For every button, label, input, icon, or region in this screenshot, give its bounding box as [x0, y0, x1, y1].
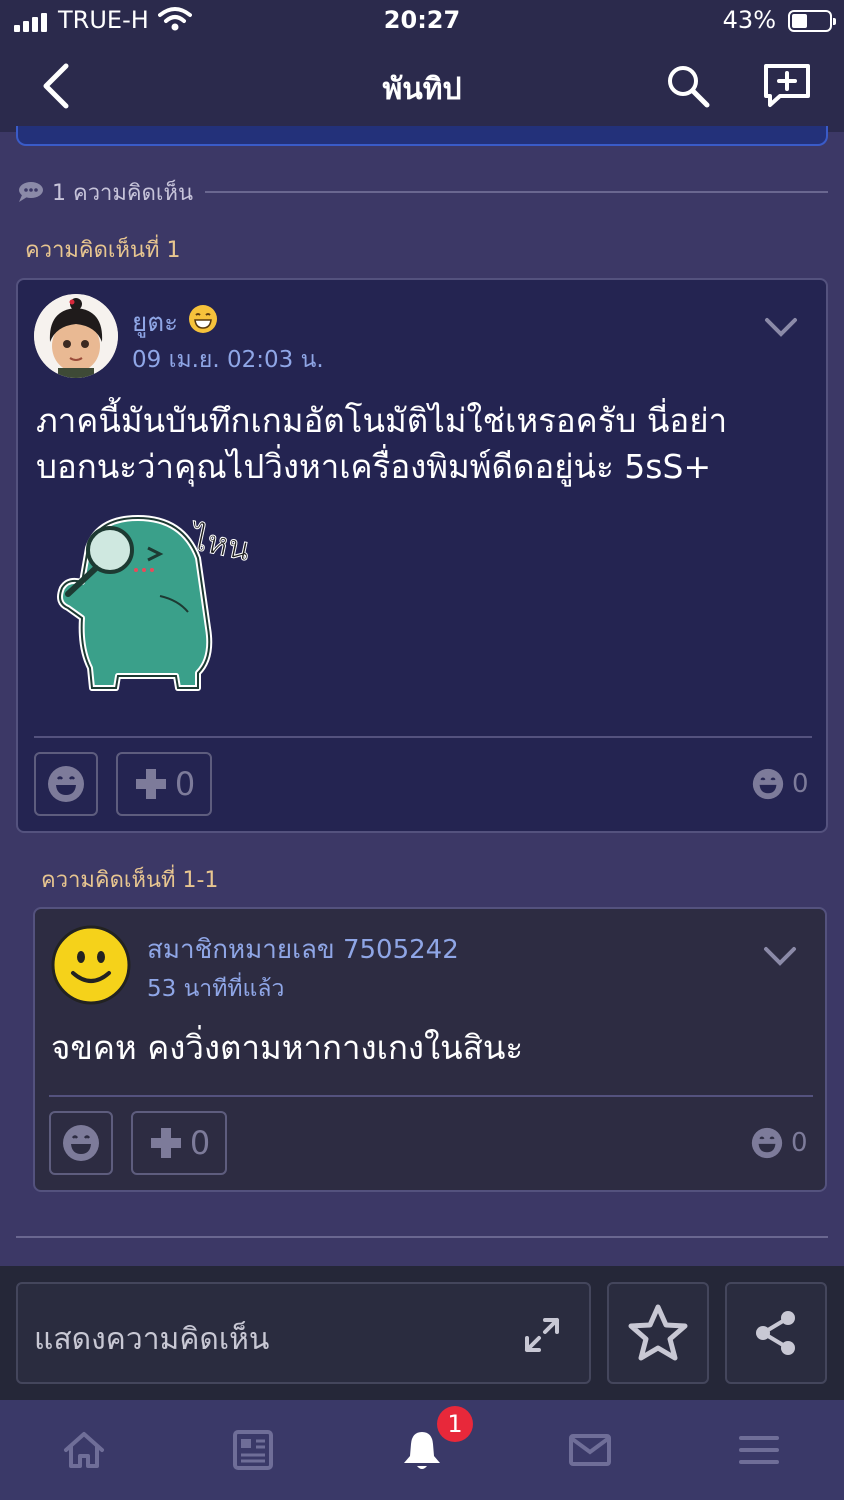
smiley-avatar-icon: [51, 925, 131, 1005]
smile-icon: [63, 1125, 99, 1161]
author-name[interactable]: ยูตะ: [132, 308, 178, 338]
plus-icon: [150, 1128, 181, 1158]
plus-icon: [135, 769, 166, 799]
comment-count: 1 ความคิดเห็น: [52, 180, 193, 206]
comment-label: ความคิดเห็นที่ 1: [25, 238, 181, 263]
chevron-down-icon[interactable]: [764, 316, 798, 338]
plus-count: 0: [174, 765, 196, 803]
comment-time: 09 เม.ย. 02:03 น.: [132, 347, 324, 373]
top-bar: TRUE-H 20:27 43% พันทิป: [0, 0, 844, 132]
clock: 20:27: [383, 6, 461, 34]
grin-emoji-icon: [189, 305, 217, 333]
comment-card: ยูตะ 09 เม.ย. 02:03 น. ภาคนี้มันบันทึกเก…: [16, 278, 828, 833]
avatar[interactable]: [51, 925, 131, 1005]
plus-count: 0: [189, 1124, 211, 1162]
comment-time: 53 นาทีที่แล้ว: [147, 976, 285, 1002]
plus-button[interactable]: 0: [116, 752, 212, 816]
smile-icon: [48, 766, 84, 802]
react-button[interactable]: [34, 752, 98, 816]
notification-icon[interactable]: [400, 1428, 444, 1472]
chevron-down-icon[interactable]: [763, 945, 797, 967]
menu-icon[interactable]: [737, 1428, 781, 1472]
expand-icon[interactable]: [523, 1316, 561, 1354]
add-topic-icon[interactable]: [760, 62, 814, 110]
comment-body: จขคห คงวิ่งตามหากางเกงในสินะ: [51, 1028, 524, 1067]
reaction-count: 0: [792, 769, 809, 799]
comment-body-line: ภาคนี้มันบันทึกเกมอัตโนมัติไม่ใช่เหรอครั…: [36, 401, 728, 440]
reply-card: สมาชิกหมายเลข 7505242 53 นาทีที่แล้ว จขค…: [33, 907, 827, 1192]
author-name[interactable]: สมาชิกหมายเลข 7505242: [147, 929, 459, 970]
header-divider: [204, 191, 828, 193]
share-button[interactable]: [725, 1282, 827, 1384]
plus-button[interactable]: 0: [131, 1111, 227, 1175]
notification-badge: 1: [437, 1406, 473, 1442]
page-title: พันทิป: [382, 72, 462, 107]
reaction-total: 0: [751, 1127, 808, 1159]
card-divider: [34, 736, 812, 738]
avatar[interactable]: [34, 294, 118, 378]
search-icon[interactable]: [664, 62, 712, 110]
battery-icon: [788, 10, 836, 32]
status-bar: TRUE-H 20:27 43%: [0, 0, 844, 44]
reaction-total: 0: [752, 768, 809, 800]
share-icon: [756, 1311, 795, 1355]
comments-header: 1 ความคิดเห็น: [16, 176, 828, 208]
reaction-count: 0: [791, 1128, 808, 1158]
card-divider: [49, 1095, 813, 1097]
favorite-button[interactable]: [607, 1282, 709, 1384]
comment-bubble-icon: [19, 182, 43, 202]
comment-body-line: บอกนะว่าคุณไปวิ่งหาเครื่องพิมพ์ดีดอยู่น่…: [36, 447, 712, 486]
comment-body: ภาคนี้มันบันทึกเกมอัตโนมัติไม่ใช่เหรอครั…: [36, 398, 816, 490]
sticker-image: ไหน: [57, 515, 254, 691]
comment-input[interactable]: แสดงความคิดเห็น: [16, 1282, 591, 1384]
mail-icon[interactable]: [568, 1428, 612, 1472]
action-bar: แสดงความคิดเห็น: [0, 1266, 844, 1400]
tab-bar: [0, 1400, 844, 1500]
battery-percent: 43%: [722, 6, 776, 34]
comments-end-divider: [16, 1236, 828, 1238]
smile-icon: [752, 768, 784, 800]
comment-input-placeholder: แสดงความคิดเห็น: [34, 1322, 270, 1357]
smile-icon: [751, 1127, 783, 1159]
avatar-image: [34, 294, 118, 378]
react-button[interactable]: [49, 1111, 113, 1175]
star-icon: [628, 1304, 688, 1361]
topic-box-edge: [16, 126, 828, 146]
reply-label: ความคิดเห็นที่ 1-1: [41, 868, 219, 893]
nav-bar: พันทิป: [0, 44, 844, 132]
feed-icon[interactable]: [231, 1428, 275, 1472]
home-icon[interactable]: [62, 1428, 106, 1472]
